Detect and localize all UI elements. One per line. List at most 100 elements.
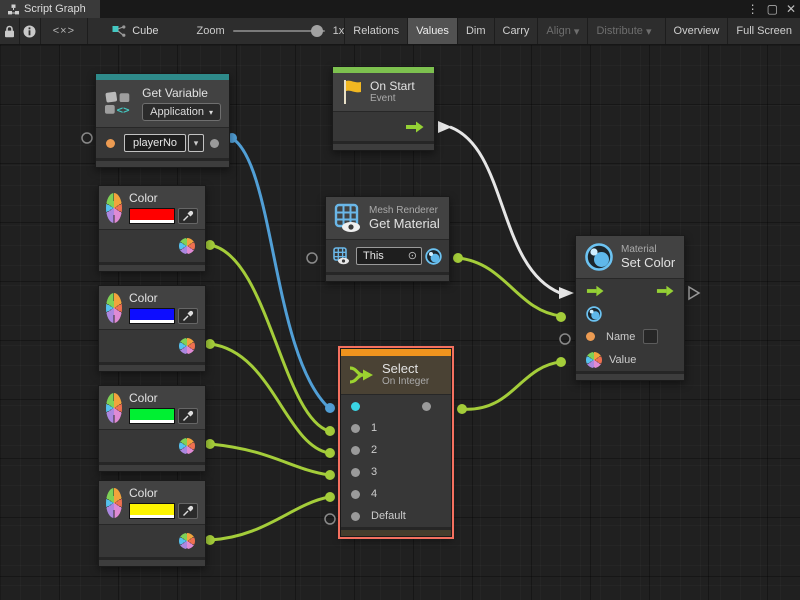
color-swatch[interactable] bbox=[129, 208, 175, 224]
node-footer bbox=[99, 362, 205, 371]
port-default-input[interactable] bbox=[351, 512, 360, 521]
port-branch4-input[interactable] bbox=[325, 492, 335, 502]
node-get-variable[interactable]: <> Get Variable Application ▾ playerNo ▾ bbox=[95, 73, 230, 168]
port-color3-output[interactable] bbox=[205, 439, 215, 449]
lock-button[interactable] bbox=[0, 18, 20, 44]
port-color4-output[interactable] bbox=[205, 535, 215, 545]
port-color1-output[interactable] bbox=[205, 240, 215, 250]
node-footer bbox=[99, 557, 205, 566]
color-swatch[interactable] bbox=[129, 408, 175, 424]
close-icon[interactable]: ✕ bbox=[786, 0, 796, 18]
carry-button[interactable]: Carry bbox=[494, 18, 538, 44]
port-branch-input[interactable] bbox=[351, 490, 360, 499]
eyedropper-icon bbox=[182, 310, 194, 322]
port-selection-output[interactable] bbox=[422, 402, 431, 411]
node-footer bbox=[99, 262, 205, 271]
port-select-output[interactable] bbox=[457, 404, 467, 414]
tab-script-graph[interactable]: Script Graph bbox=[0, 0, 100, 18]
eyedropper-button[interactable] bbox=[178, 503, 198, 519]
port-branch2-input[interactable] bbox=[325, 448, 335, 458]
eyedropper-button[interactable] bbox=[178, 308, 198, 324]
flow-arrow-into-setcolor[interactable] bbox=[559, 287, 574, 299]
node-title: Color bbox=[129, 191, 198, 205]
flow-port-empty-setcolor-exit[interactable] bbox=[689, 287, 699, 299]
zoom-slider-handle[interactable] bbox=[311, 25, 323, 37]
flow-output-port[interactable] bbox=[405, 121, 424, 133]
wire-yellow-to-branch4 bbox=[210, 497, 329, 540]
align-button[interactable]: Align ▾ bbox=[537, 18, 587, 44]
port-branch-input[interactable] bbox=[351, 468, 360, 477]
name-input-field[interactable] bbox=[643, 329, 658, 344]
color-swatch[interactable] bbox=[129, 503, 175, 519]
wire-red-to-branch1 bbox=[210, 245, 329, 431]
color-swatch[interactable] bbox=[129, 308, 175, 324]
flow-output-port[interactable] bbox=[656, 285, 674, 297]
variable-name-dropdown[interactable]: ▾ bbox=[188, 134, 204, 152]
port-empty-getvariable[interactable] bbox=[82, 133, 92, 143]
wire-green-to-branch3 bbox=[210, 444, 329, 475]
distribute-button[interactable]: Distribute ▾ bbox=[587, 18, 659, 44]
dim-button[interactable]: Dim bbox=[457, 18, 494, 44]
graph-canvas[interactable]: <> Get Variable Application ▾ playerNo ▾ bbox=[0, 45, 800, 600]
eyedropper-icon bbox=[182, 410, 194, 422]
eyedropper-button[interactable] bbox=[178, 208, 198, 224]
port-branch-input[interactable] bbox=[351, 446, 360, 455]
port-name-input[interactable] bbox=[106, 139, 115, 148]
graph-selector[interactable]: Cube bbox=[102, 18, 168, 44]
graph-name: Cube bbox=[132, 25, 158, 37]
full-screen-button[interactable]: Full Screen bbox=[727, 18, 800, 44]
branch-label: 2 bbox=[371, 444, 377, 456]
port-color-output[interactable] bbox=[179, 238, 195, 254]
port-value-output[interactable] bbox=[210, 139, 219, 148]
node-color-2[interactable]: Color bbox=[98, 285, 206, 372]
port-branch1-input[interactable] bbox=[325, 426, 335, 436]
flag-icon bbox=[341, 79, 363, 105]
maximize-icon[interactable]: ▢ bbox=[767, 0, 778, 18]
flow-input-port[interactable] bbox=[586, 285, 604, 297]
node-set-color[interactable]: Material Set Color bbox=[575, 235, 685, 381]
chevron-down-icon: ▾ bbox=[646, 25, 652, 38]
node-get-material[interactable]: Mesh Renderer Get Material This ⊙ bbox=[325, 196, 450, 282]
port-branch-input[interactable] bbox=[351, 424, 360, 433]
node-on-start[interactable]: On Start Event bbox=[332, 66, 435, 151]
port-selector-input[interactable] bbox=[351, 402, 360, 411]
port-color-output[interactable] bbox=[179, 438, 195, 454]
port-name-input[interactable] bbox=[586, 332, 595, 341]
info-button[interactable] bbox=[20, 18, 40, 44]
port-value-input[interactable] bbox=[586, 352, 602, 368]
target-picker-icon[interactable]: ⊙ bbox=[408, 249, 417, 262]
variable-name-field[interactable]: playerNo bbox=[124, 134, 186, 152]
port-selector-input[interactable] bbox=[325, 403, 335, 413]
zoom-slider[interactable] bbox=[233, 30, 325, 32]
flow-arrow-onstart[interactable] bbox=[438, 121, 452, 133]
port-material-input[interactable] bbox=[556, 312, 566, 322]
node-color-4[interactable]: Color bbox=[98, 480, 206, 567]
port-color-output[interactable] bbox=[179, 338, 195, 354]
values-button[interactable]: Values bbox=[407, 18, 457, 44]
code-view-button[interactable]: <×> bbox=[41, 18, 89, 44]
port-branch3-input[interactable] bbox=[325, 470, 335, 480]
node-color-1[interactable]: Color bbox=[98, 185, 206, 272]
port-empty-getmaterial[interactable] bbox=[307, 253, 317, 263]
overview-button[interactable]: Overview bbox=[665, 18, 728, 44]
target-field[interactable]: This ⊙ bbox=[356, 247, 422, 265]
kebab-menu-icon[interactable]: ⋮ bbox=[747, 0, 759, 18]
graph-toolbar: <×> Cube Zoom 1x Relations Values Dim Ca… bbox=[0, 18, 800, 45]
color-wheel-icon bbox=[106, 193, 122, 223]
port-getmaterial-output[interactable] bbox=[453, 253, 463, 263]
node-select[interactable]: Select On Integer 1 2 bbox=[340, 348, 452, 537]
branch-label: 1 bbox=[371, 422, 377, 434]
material-output-port[interactable] bbox=[425, 248, 442, 265]
mesh-renderer-port-icon[interactable] bbox=[333, 247, 350, 265]
port-color-output[interactable] bbox=[179, 533, 195, 549]
material-input-port[interactable] bbox=[586, 306, 602, 322]
node-footer bbox=[341, 527, 451, 536]
eyedropper-button[interactable] bbox=[178, 408, 198, 424]
port-value-input[interactable] bbox=[556, 357, 566, 367]
variable-scope-dropdown[interactable]: Application ▾ bbox=[142, 103, 221, 121]
relations-button[interactable]: Relations bbox=[344, 18, 407, 44]
port-color2-output[interactable] bbox=[205, 339, 215, 349]
port-empty-name[interactable] bbox=[560, 334, 570, 344]
node-color-3[interactable]: Color bbox=[98, 385, 206, 472]
port-empty-default[interactable] bbox=[325, 514, 335, 524]
